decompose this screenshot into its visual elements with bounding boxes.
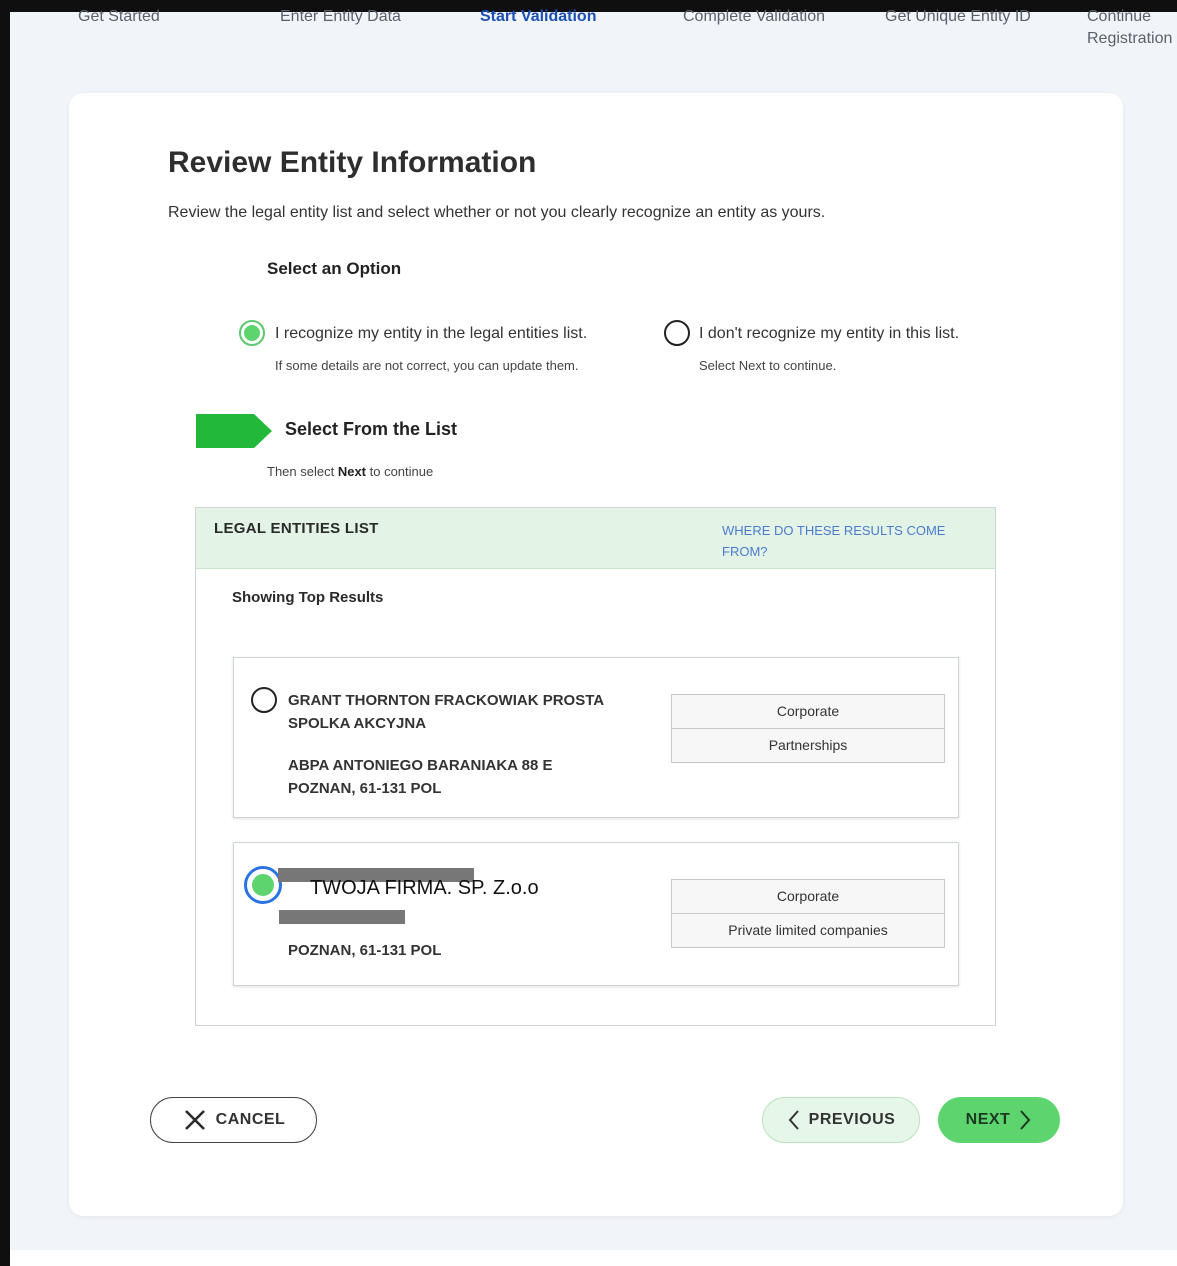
- entity-address-line1: ABPA ANTONIEGO BARANIAKA 88 E: [288, 757, 553, 774]
- legal-entities-header: LEGAL ENTITIES LIST Where do these resul…: [196, 508, 995, 569]
- entity-tag: Corporate: [671, 879, 945, 914]
- step-get-started: Get Started: [78, 8, 160, 25]
- page-title: Review Entity Information: [168, 146, 537, 179]
- progress-stepper: Get Started Enter Entity Data Start Vali…: [10, 0, 1177, 60]
- redaction-bar: [279, 910, 405, 924]
- entity-select-radio[interactable]: [251, 687, 277, 713]
- window-frame-left: [0, 0, 10, 1266]
- entity-tag: Private limited companies: [671, 913, 945, 948]
- entity-address-line2: POZNAN, 61-131 POL: [288, 942, 442, 959]
- recognize-entity-radio[interactable]: [239, 320, 265, 346]
- cancel-button[interactable]: CANCEL: [150, 1097, 317, 1143]
- where-results-come-from-link[interactable]: Where do these results come from?: [722, 520, 952, 562]
- showing-top-results-label: Showing Top Results: [232, 589, 384, 606]
- chevron-right-icon: [1020, 1110, 1031, 1130]
- entity-name: TWOJA FIRMA. SP. Z.o.o: [310, 877, 539, 899]
- not-recognize-entity-radio[interactable]: [664, 320, 690, 346]
- entity-card-selected[interactable]: TWOJA FIRMA. SP. Z.o.o POZNAN, 61-131 PO…: [233, 842, 959, 986]
- list-hint-suffix: to continue: [366, 464, 434, 479]
- list-hint-prefix: Then select: [267, 464, 338, 479]
- page-subtitle: Review the legal entity list and select …: [168, 204, 826, 221]
- previous-button[interactable]: PREVIOUS: [762, 1097, 920, 1143]
- recognize-entity-sub: If some details are not correct, you can…: [275, 358, 579, 373]
- page-footer-strip: [10, 1250, 1177, 1266]
- step-complete-validation: Complete Validation: [683, 8, 826, 25]
- step-continue-registration: Continue Registration: [1087, 8, 1172, 48]
- entity-address: POZNAN, 61-131 POL: [288, 939, 628, 962]
- arrow-tag-icon: [196, 414, 272, 448]
- entity-tag: Corporate: [671, 694, 945, 729]
- step-get-unique-entity-id: Get Unique Entity ID: [885, 8, 1031, 25]
- entity-select-radio-selected[interactable]: [244, 866, 282, 904]
- next-button-label: NEXT: [965, 1111, 1011, 1128]
- legal-entities-title: LEGAL ENTITIES LIST: [214, 520, 379, 537]
- entity-tag: Partnerships: [671, 728, 945, 763]
- entity-address: ABPA ANTONIEGO BARANIAKA 88 E POZNAN, 61…: [288, 754, 628, 800]
- recognize-entity-label[interactable]: I recognize my entity in the legal entit…: [275, 325, 587, 343]
- entity-card[interactable]: GRANT THORNTON FRACKOWIAK PROSTA SPOLKA …: [233, 657, 959, 818]
- entity-address-line2: POZNAN, 61-131 POL: [288, 780, 442, 797]
- select-from-list-heading: Select From the List: [285, 419, 458, 439]
- not-recognize-entity-sub: Select Next to continue.: [699, 358, 837, 373]
- step-start-validation: Start Validation: [480, 8, 597, 25]
- select-option-heading: Select an Option: [267, 259, 402, 278]
- step-continue-line2: Registration: [1087, 30, 1173, 47]
- select-from-list-hint: Then select Next to continue: [267, 464, 433, 479]
- chevron-left-icon: [788, 1110, 799, 1130]
- next-button[interactable]: NEXT: [938, 1097, 1060, 1143]
- previous-button-label: PREVIOUS: [808, 1111, 896, 1128]
- not-recognize-entity-label[interactable]: I don't recognize my entity in this list…: [699, 325, 959, 343]
- entity-name: GRANT THORNTON FRACKOWIAK PROSTA SPOLKA …: [288, 692, 604, 732]
- list-hint-bold: Next: [337, 464, 367, 479]
- legal-entities-panel: LEGAL ENTITIES LIST Where do these resul…: [195, 507, 996, 1026]
- step-continue-label: Continue: [1087, 8, 1152, 25]
- close-icon: [184, 1110, 205, 1130]
- step-enter-entity-data: Enter Entity Data: [280, 8, 401, 25]
- cancel-button-label: CANCEL: [215, 1111, 286, 1128]
